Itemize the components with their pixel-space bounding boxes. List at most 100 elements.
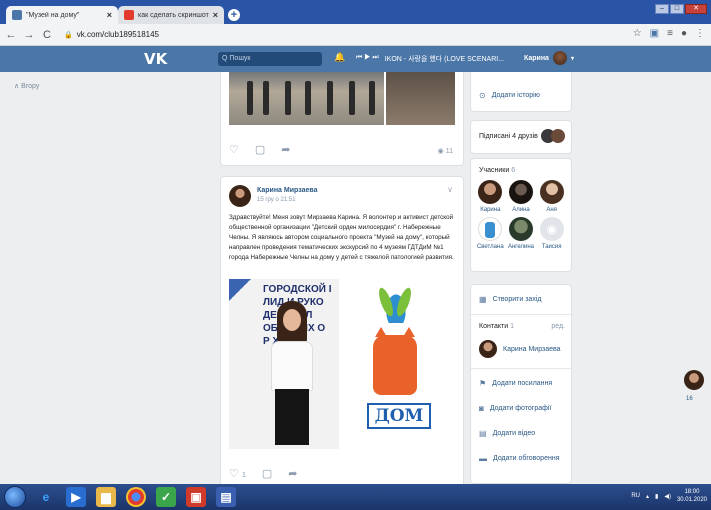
- scroll-up-link[interactable]: ∧ Вгору: [14, 82, 39, 90]
- tab-title: как сделать скриншот на компь: [138, 11, 209, 19]
- members-grid: Карина Алина Аня Светлана Ангелина ◉ Таис…: [471, 180, 571, 250]
- like-icon[interactable]: ♡: [229, 143, 239, 156]
- scroll-up-label: Вгору: [21, 83, 40, 90]
- player-controls[interactable]: ⏮ ▶ ⏭: [356, 54, 379, 64]
- calendar-icon: ▦: [479, 295, 487, 304]
- post-photo-girl[interactable]: ГОРОДСКОЙ I ЛИД И РУКО ДЕ И МОЛ ОБЩ НЫХ …: [229, 279, 339, 449]
- members-card: Учасники 6 Карина Алина Аня Светлана Анг…: [470, 158, 572, 272]
- actions-card: ▦ Створити захід Контакти 1 ред. Карина М…: [470, 284, 572, 484]
- user-avatar: [552, 51, 567, 65]
- post-card: Карина Мирзаева 15 гру о 21:51 ∨ Здравст…: [220, 176, 464, 484]
- vk-favicon-icon: [12, 10, 22, 20]
- camera-placeholder-icon: ◉: [539, 217, 564, 241]
- like-button[interactable]: ♡ 1: [229, 467, 246, 480]
- tab-museum[interactable]: "Музей на дому" ×: [6, 6, 118, 24]
- share-icon[interactable]: ➦: [288, 467, 297, 480]
- explorer-icon[interactable]: ▆: [96, 487, 116, 507]
- story-card: ⊙ Додати історію: [470, 72, 572, 112]
- reading-list-icon[interactable]: ≡: [667, 28, 673, 39]
- member-item[interactable]: Карина: [475, 180, 506, 213]
- track-title[interactable]: IKON - 사랑을 했다 (LOVE SCENARI...: [385, 54, 504, 64]
- tab-close-icon[interactable]: ×: [213, 10, 218, 20]
- extension-icon[interactable]: ▣: [650, 28, 659, 39]
- menu-icon[interactable]: ⋮: [695, 28, 705, 39]
- add-discussion-link[interactable]: ▬ Додати обговорення: [471, 454, 571, 463]
- friends-card: Підписані 4 друзів: [470, 120, 572, 154]
- add-photo-link[interactable]: ◙ Додати фотографії: [471, 404, 571, 413]
- contacts-edit-link[interactable]: ред.: [551, 323, 565, 330]
- post-author[interactable]: Карина Мирзаева: [257, 187, 318, 194]
- post-logo-image[interactable]: ДОМ: [347, 279, 451, 449]
- create-event-link[interactable]: ▦ Створити захід: [471, 295, 571, 304]
- add-story-link[interactable]: ⊙ Додати історію: [471, 91, 571, 100]
- chrome-icon[interactable]: [126, 487, 146, 507]
- ie-icon[interactable]: e: [36, 487, 56, 507]
- music-player[interactable]: ⏮ ▶ ⏭ IKON - 사랑을 했다 (LOVE SCENARI...: [356, 54, 504, 64]
- post-actions: ♡ ▢ ➦: [229, 143, 291, 156]
- close-window-button[interactable]: ✕: [685, 4, 707, 14]
- page-content: ∧ Вгору ♡ ▢ ➦ ◉ 11 Карина Мирзаева 15 гр…: [0, 72, 711, 484]
- contacts-header: Контакти 1 ред.: [479, 323, 565, 330]
- volume-icon[interactable]: ◀): [664, 493, 671, 500]
- add-link-link[interactable]: ⚑ Додати посилання: [471, 379, 571, 388]
- back-button[interactable]: ←: [4, 29, 18, 41]
- toolbar-icons: ☆ ▣ ≡ ● ⋮: [633, 28, 705, 39]
- member-item[interactable]: Светлана: [475, 217, 506, 250]
- taskbar: e ▶ ▆ ✓ ▣ ▤ RU ▴ ▮ ◀) 18:00 30.01.2020: [0, 484, 711, 510]
- network-icon[interactable]: ▮: [655, 493, 658, 500]
- chat-avatar-button[interactable]: [684, 370, 704, 390]
- chat-count: 16: [686, 396, 693, 402]
- share-icon[interactable]: ➦: [281, 143, 290, 156]
- search-input[interactable]: Q Пошук: [218, 52, 322, 66]
- post-photos[interactable]: [229, 72, 455, 125]
- post-menu-chevron-icon[interactable]: ∨: [447, 185, 453, 194]
- media-icon[interactable]: ▶: [66, 487, 86, 507]
- comment-icon[interactable]: ▢: [255, 143, 265, 156]
- cat-logo: [373, 327, 417, 395]
- tab-screenshot[interactable]: как сделать скриншот на компь ×: [118, 6, 224, 24]
- start-button[interactable]: [4, 486, 26, 508]
- word-icon[interactable]: ▤: [216, 487, 236, 507]
- language-indicator[interactable]: RU: [631, 493, 640, 499]
- tray-arrow-icon[interactable]: ▴: [646, 493, 649, 500]
- browser-tabstrip: "Музей на дому" × как сделать скриншот н…: [0, 0, 711, 24]
- post-date[interactable]: 15 гру о 21:51: [257, 197, 295, 203]
- post-card: ♡ ▢ ➦ ◉ 11: [220, 72, 464, 166]
- user-menu[interactable]: Карина ▾: [524, 51, 574, 65]
- vk-logo[interactable]: VK: [144, 50, 167, 68]
- member-item[interactable]: ◉ Таисия: [536, 217, 567, 250]
- post-photo[interactable]: [386, 72, 455, 125]
- address-bar: ← → C 🔒 vk.com/club189518145 ☆ ▣ ≡ ● ⋮: [0, 24, 711, 46]
- friends-avatars[interactable]: [541, 129, 565, 143]
- contact-item[interactable]: Карина Мирзаева: [471, 340, 571, 358]
- new-tab-button[interactable]: +: [228, 9, 240, 21]
- system-tray: RU ▴ ▮ ◀) 18:00 30.01.2020: [631, 488, 707, 504]
- green-app-icon[interactable]: ✓: [156, 487, 176, 507]
- reload-button[interactable]: C: [40, 29, 54, 41]
- notifications-bell-icon[interactable]: 🔔: [334, 52, 345, 63]
- bookmark-star-icon[interactable]: ☆: [633, 28, 642, 39]
- clock[interactable]: 18:00 30.01.2020: [677, 488, 707, 504]
- lock-icon: 🔒: [64, 31, 73, 39]
- add-video-link[interactable]: ▤ Додати відео: [471, 429, 571, 438]
- post-photo[interactable]: [229, 72, 384, 125]
- member-item[interactable]: Ангелина: [506, 217, 537, 250]
- members-header[interactable]: Учасники 6: [471, 167, 571, 174]
- person-figure: [267, 301, 317, 449]
- member-item[interactable]: Аня: [536, 180, 567, 213]
- member-item[interactable]: Алина: [506, 180, 537, 213]
- minimize-button[interactable]: ‒: [655, 4, 669, 14]
- like-icon: ♡: [229, 468, 239, 480]
- presentation-icon[interactable]: ▣: [186, 487, 206, 507]
- decor-stripe: [229, 279, 253, 319]
- eye-icon: ◉: [437, 148, 446, 155]
- views-counter: ◉ 11: [438, 147, 453, 155]
- forward-button[interactable]: →: [22, 29, 36, 41]
- profile-icon[interactable]: ●: [681, 28, 687, 39]
- comment-icon[interactable]: ▢: [262, 467, 272, 480]
- maximize-button[interactable]: □: [670, 4, 684, 14]
- discussion-icon: ▬: [479, 454, 487, 463]
- tab-close-icon[interactable]: ×: [107, 10, 112, 20]
- author-avatar[interactable]: [229, 185, 251, 207]
- url-field[interactable]: 🔒 vk.com/club189518145: [64, 30, 159, 39]
